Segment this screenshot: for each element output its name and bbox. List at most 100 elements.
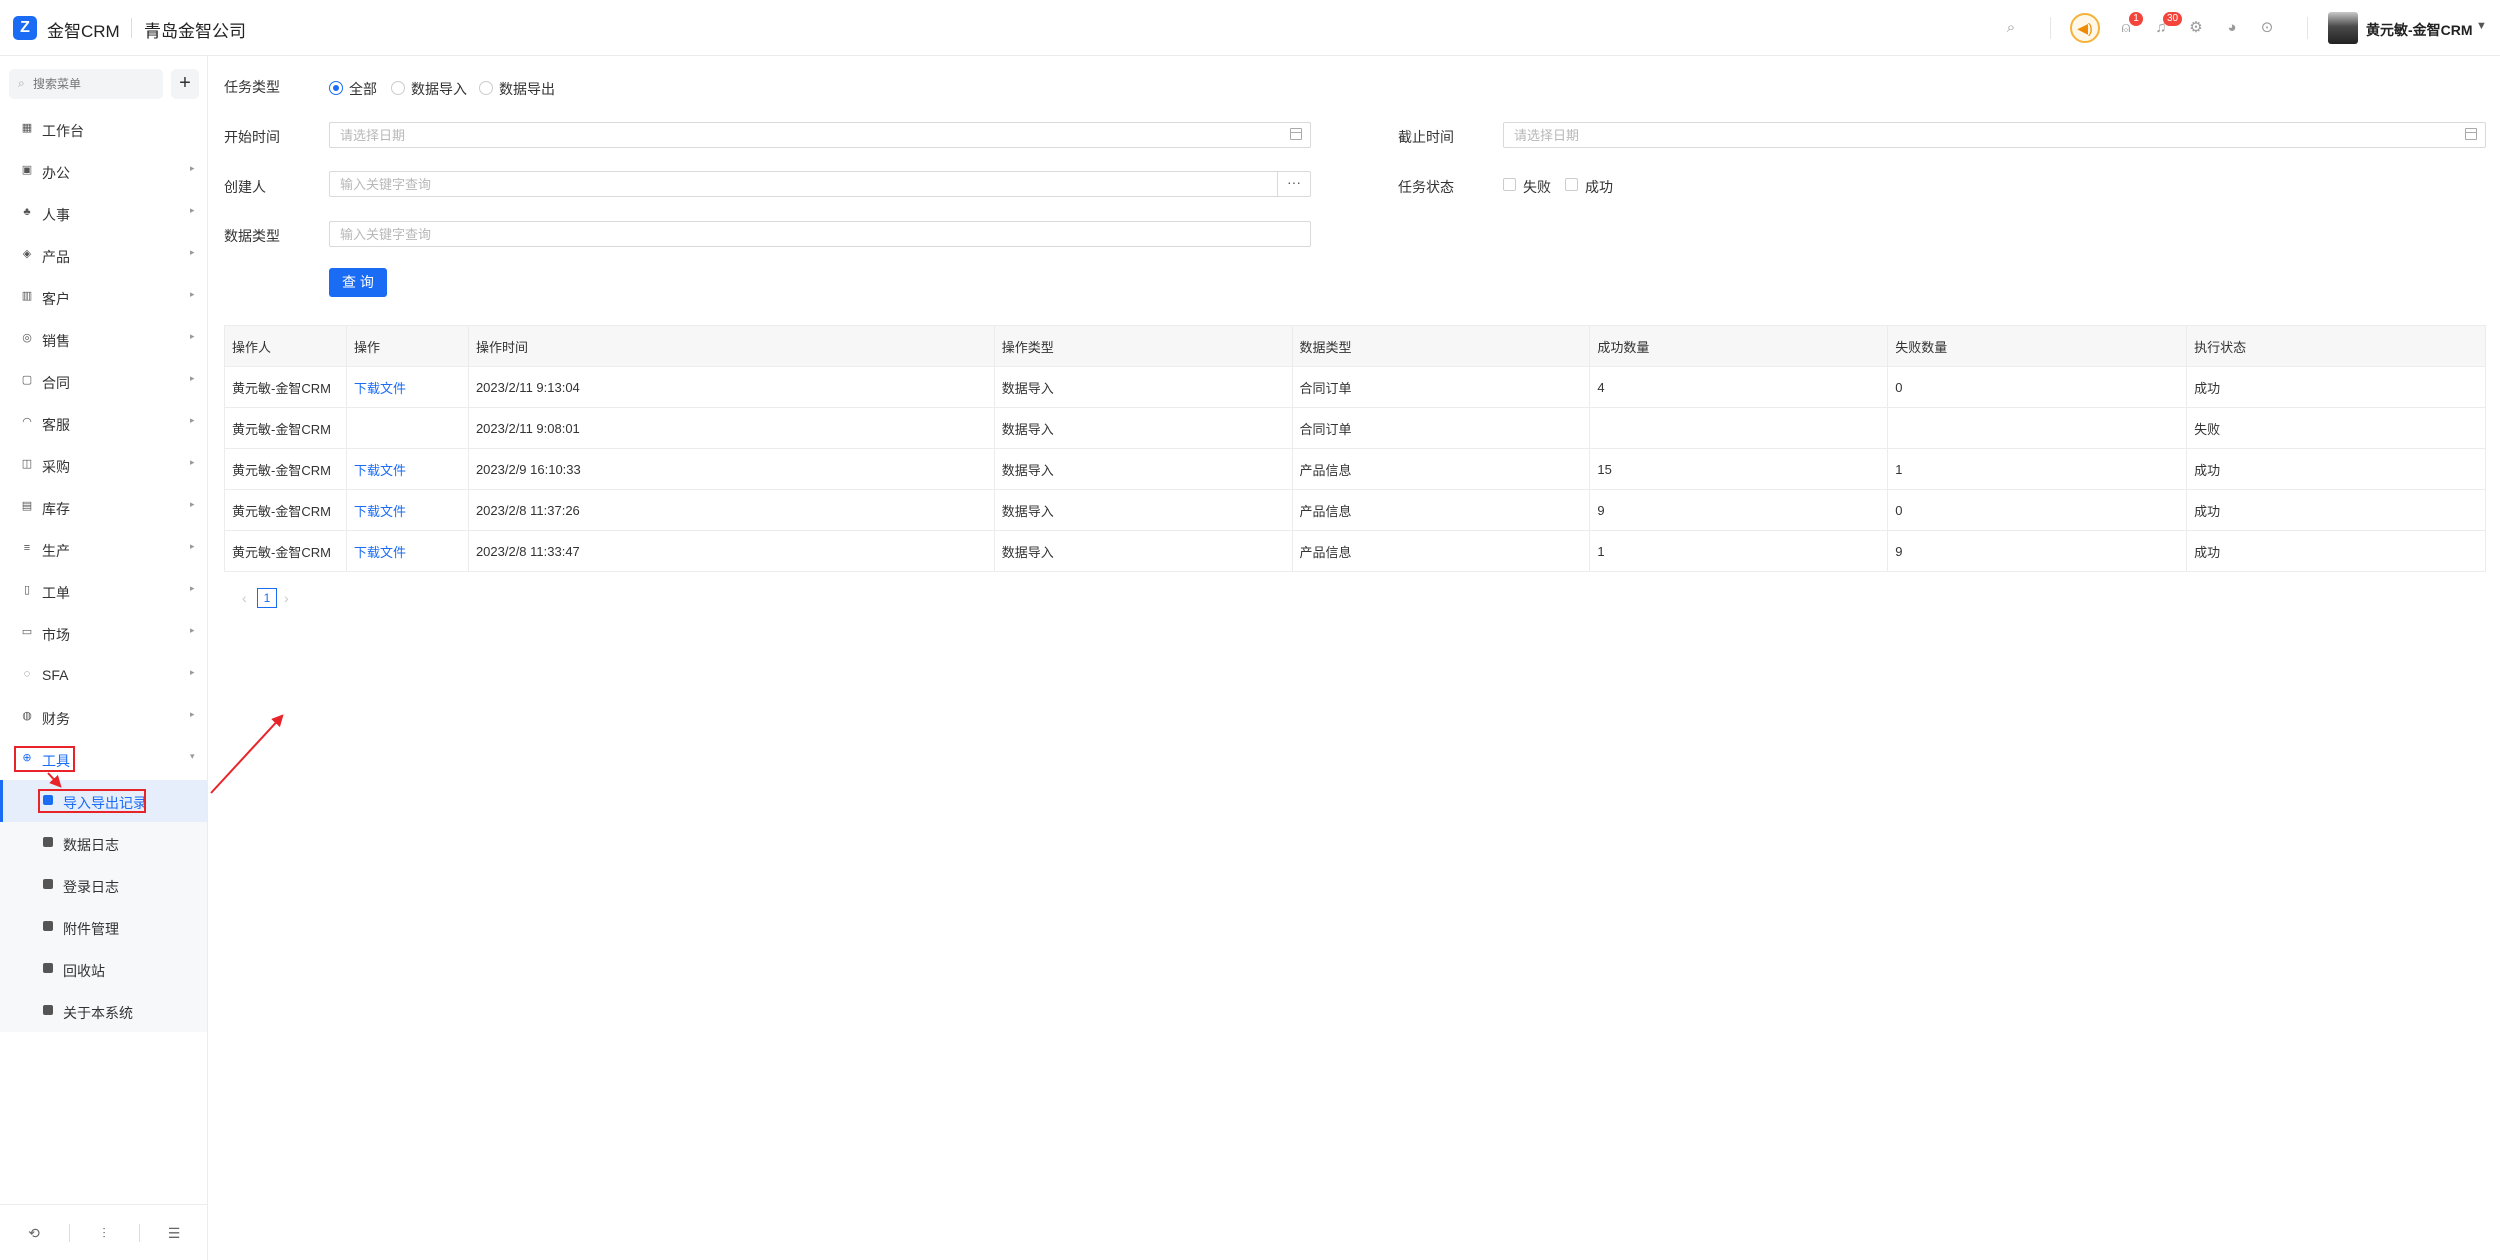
column-header[interactable]: 数据类型 [1291,325,1591,367]
end-time-label: 截止时间 [1398,129,1454,145]
submenu-item-5[interactable]: 关于本系统 [0,990,207,1032]
checkbox-label: 失败 [1523,179,1551,195]
column-header[interactable]: 操作人 [224,325,347,367]
chevron-right-icon: ▸ [190,709,195,719]
column-header[interactable]: 操作 [345,325,469,367]
collapse-menu-icon[interactable]: ☰ [164,1223,184,1243]
avatar[interactable] [2328,12,2358,44]
checkbox-box[interactable] [1503,178,1516,191]
start-time-picker[interactable] [329,122,1311,148]
sidebar-item-3[interactable]: ◈ 产品 ▸ [0,234,207,276]
download-file-link[interactable]: 下载文件 [345,530,469,572]
submenu-item-label: 附件管理 [63,921,119,937]
company-name[interactable]: 青岛金智公司 [144,17,246,42]
download-file-link[interactable]: 下载文件 [345,489,469,531]
sidebar-item-8[interactable]: ◫ 采购 ▸ [0,444,207,486]
radio-dot[interactable] [479,81,493,95]
sidebar-item-10[interactable]: ≡ 生产 ▸ [0,528,207,570]
app-logo-icon[interactable]: Z [13,16,37,40]
search-icon[interactable]: ⌕ [2001,18,2021,38]
end-time-input[interactable] [1514,126,2414,144]
header-separator [2307,17,2308,39]
sidebar-item-5[interactable]: ◎ 销售 ▸ [0,318,207,360]
history-icon[interactable]: ⟲ [24,1223,44,1243]
chevron-right-icon: ▸ [190,373,195,383]
table-cell: 产品信息 [1291,448,1591,490]
help-icon[interactable]: ⊙ [2257,18,2277,38]
page-number-current[interactable]: 1 [257,588,277,608]
sidebar: ⌕ + ▦ 工作台 ▣ 办公 ▸ ♣ 人事 ▸ ◈ 产品 ▸ ▥ 客户 ▸ ◎ 销售 ▸ ▢ 合同 ▸ ◠ 客服 ▸ ◫ 采购 ▸… [0,56,208,1260]
query-button[interactable]: 查 询 [329,268,387,297]
chart-pie-icon[interactable]: ◕ [2222,18,2242,38]
chevron-right-icon: ▸ [190,247,195,257]
sidebar-item-14[interactable]: ◍ 财务 ▸ [0,696,207,738]
table-cell: 0 [1887,366,2188,408]
column-header[interactable]: 执行状态 [2186,325,2486,367]
menu-search-input[interactable] [33,74,153,94]
gear-icon[interactable]: ⚙ [2186,18,2206,38]
chevron-down-icon: ▾ [190,751,195,761]
submenu-item-4[interactable]: 回收站 [0,948,207,990]
column-header[interactable]: 操作类型 [993,325,1293,367]
table-cell: 合同订单 [1291,366,1591,408]
submenu-item-1[interactable]: 数据日志 [0,822,207,864]
chevron-right-icon: ▸ [190,499,195,509]
notification-badge: 30 [2163,12,2183,26]
sidebar-item-2[interactable]: ♣ 人事 ▸ [0,192,207,234]
chevron-right-icon: ▸ [190,667,195,677]
sidebar-item-label: 工单 [42,585,70,601]
table-cell: 1 [1589,530,1889,572]
prev-page-button[interactable]: ‹ [242,590,247,606]
column-header[interactable]: 失败数量 [1887,325,2188,367]
import-export-table: 操作人 操作 操作时间 操作类型 数据类型 成功数量 失败数量 执行状态 黄元敏-金智CRM 下… [224,325,2486,572]
table-cell: 成功 [2186,489,2486,531]
next-page-button[interactable]: › [284,590,289,606]
download-file-link[interactable]: 下载文件 [345,366,469,408]
sidebar-item-label: 销售 [42,333,70,349]
sliders-icon[interactable]: ⫶ [94,1223,114,1243]
sidebar-item-11[interactable]: ▯ 工单 ▸ [0,570,207,612]
checkbox-box[interactable] [1565,178,1578,191]
user-name[interactable]: 黄元敏-金智CRM [2366,20,2473,40]
add-menu-button[interactable]: + [171,69,199,99]
radio-dot[interactable] [391,81,405,95]
sidebar-item-1[interactable]: ▣ 办公 ▸ [0,150,207,192]
sidebar-item-7[interactable]: ◠ 客服 ▸ [0,402,207,444]
speaker-icon[interactable]: ◀) [2070,13,2100,43]
data-type-input[interactable] [340,225,1240,243]
sidebar-item-6[interactable]: ▢ 合同 ▸ [0,360,207,402]
creator-picker-button[interactable]: ··· [1277,171,1311,197]
sidebar-item-label: 库存 [42,501,70,517]
sidebar-item-12[interactable]: ▭ 市场 ▸ [0,612,207,654]
menu-search-box[interactable]: ⌕ [9,69,163,99]
caret-down-icon[interactable]: ▼ [2476,20,2487,32]
creator-input[interactable] [340,175,1240,193]
submenu-item-2[interactable]: 登录日志 [0,864,207,906]
download-file-link[interactable]: 下载文件 [345,448,469,490]
submenu-item-0[interactable]: 导入导出记录 [0,780,207,822]
calendar-icon[interactable] [2465,128,2477,140]
column-header[interactable]: 成功数量 [1589,325,1889,367]
sidebar-item-15[interactable]: ⊕ 工具 ▾ [0,738,207,780]
inventory-icon: ▤ [21,500,33,512]
creator-field[interactable] [329,171,1279,197]
finance-icon: ◍ [22,710,32,722]
start-time-input[interactable] [340,126,1240,144]
table-cell: 数据导入 [993,530,1293,572]
calendar-icon[interactable] [1290,128,1302,140]
production-icon: ≡ [23,542,31,554]
table-cell: 15 [1589,448,1889,490]
chevron-right-icon: ▸ [190,541,195,551]
sidebar-item-0[interactable]: ▦ 工作台 [0,108,207,150]
data-type-field[interactable] [329,221,1311,247]
sidebar-item-9[interactable]: ▤ 库存 ▸ [0,486,207,528]
sidebar-item-13[interactable]: ◌ SFA ▸ [0,654,207,696]
radio-dot[interactable] [329,81,343,95]
end-time-picker[interactable] [1503,122,2486,148]
submenu-item-label: 数据日志 [63,837,119,853]
submenu-item-icon [43,837,53,847]
submenu-item-3[interactable]: 附件管理 [0,906,207,948]
column-header[interactable]: 操作时间 [467,325,995,367]
submenu-item-icon [43,921,53,931]
sidebar-item-4[interactable]: ▥ 客户 ▸ [0,276,207,318]
